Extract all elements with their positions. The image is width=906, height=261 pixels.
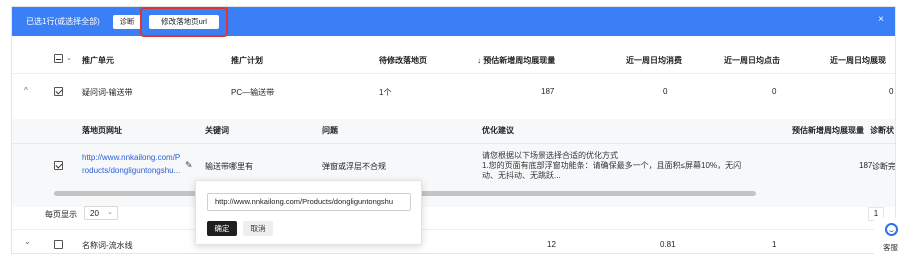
advice-line3: 动、无抖动、无跳跃...: [482, 171, 561, 180]
col-clicks[interactable]: 近一周日均点击: [724, 55, 780, 66]
close-icon[interactable]: ×: [878, 14, 884, 25]
row-checkbox[interactable]: [54, 87, 63, 96]
subrow-checkbox[interactable]: [54, 161, 63, 170]
col-unit: 推广单元: [82, 56, 114, 65]
table-row: ^ 疑问词-输送带 PC—输送带 1个 187 0 0 0: [12, 82, 895, 102]
collapse-icon[interactable]: ^: [24, 86, 28, 95]
sub-est-impr: 187: [859, 161, 873, 170]
pending-count: 1个: [379, 88, 392, 97]
headset-icon: [885, 223, 898, 236]
clicks-value: 1: [772, 240, 777, 249]
divider: [12, 73, 895, 74]
unit-name: 名称词-流水线: [82, 241, 133, 250]
unit-name: 疑问词-输送带: [82, 88, 133, 97]
table-row: ⌄ 名称词-流水线 12 0.81 1 1: [12, 234, 895, 253]
select-all-checkbox[interactable]: [54, 54, 63, 63]
col-plan: 推广计划: [231, 56, 263, 65]
divider: [12, 143, 895, 144]
diagnose-button[interactable]: 诊断: [113, 15, 141, 29]
clicks-value: 0: [772, 87, 777, 96]
col-est-impr[interactable]: ↓ 预估新增周均展现量: [477, 55, 555, 66]
page-size-label: 每页显示: [45, 210, 77, 219]
subcol-url: 落地页网址: [82, 126, 122, 135]
landing-url-line1[interactable]: http://www.nnkailong.com/P: [82, 153, 180, 162]
cost-value: 0: [663, 87, 668, 96]
highlight-annotation: [140, 7, 228, 37]
confirm-button[interactable]: 确定: [207, 221, 237, 236]
keyword-value: 输送带哪里有: [205, 162, 253, 171]
cancel-button[interactable]: 取消: [243, 221, 273, 236]
est-impr-value: 187: [541, 87, 555, 96]
edit-url-popover: http://www.nnkailong.com/Products/dongli…: [195, 180, 422, 245]
customer-service-widget[interactable]: 客服: [874, 218, 906, 261]
issue-value: 弹窗或浮层不合规: [322, 162, 386, 171]
est-impr-value: 12: [547, 240, 556, 249]
subtable-header: 落地页网址 关键词 问题 优化建议 预估新增周均展现量 诊断状: [12, 119, 895, 139]
expand-icon[interactable]: ⌄: [24, 237, 31, 246]
subtable-row: http://www.nnkailong.com/P roducts/dongl…: [12, 148, 896, 188]
row-checkbox[interactable]: [54, 240, 63, 249]
subcol-keyword: 关键词: [205, 126, 229, 135]
edit-icon[interactable]: ✎: [185, 160, 193, 171]
table-panel: 已选1行(或选择全部) 诊断 修改落地页url × ⌄ 推广单元 推广计划 待修…: [11, 6, 896, 254]
customer-service-label: 客服: [883, 243, 898, 252]
page-size-value: 20: [90, 209, 99, 218]
chevron-down-icon: ⌄: [107, 209, 113, 216]
cost-value: 0.81: [660, 240, 676, 249]
col-cost[interactable]: 近一周日均消费: [626, 55, 682, 66]
subcol-advice: 优化建议: [482, 126, 514, 135]
diagnose-status: 诊断完: [872, 162, 896, 171]
divider: [12, 229, 895, 230]
select-dropdown-icon[interactable]: ⌄: [66, 54, 72, 62]
subcol-status: 诊断状: [870, 126, 894, 135]
page-size-select[interactable]: 20 ⌄: [84, 206, 118, 220]
subcol-issue: 问题: [322, 126, 338, 135]
table-header: ⌄ 推广单元 推广计划 待修改落地页 ↓ 预估新增周均展现量 近一周日均消费 近…: [12, 51, 895, 69]
col-pending: 待修改落地页: [379, 56, 427, 65]
selection-count: 已选1行(或选择全部): [26, 17, 100, 26]
subcol-est-impr: 预估新增周均展现量: [792, 126, 864, 135]
plan-name: PC—输送带: [231, 88, 275, 97]
col-impr[interactable]: 近一周日均展现: [830, 55, 886, 66]
url-input[interactable]: http://www.nnkailong.com/Products/dongli…: [207, 193, 411, 211]
landing-url-line2[interactable]: roducts/dongliguntongshu...: [82, 166, 180, 175]
impr-value: 0: [889, 87, 894, 96]
